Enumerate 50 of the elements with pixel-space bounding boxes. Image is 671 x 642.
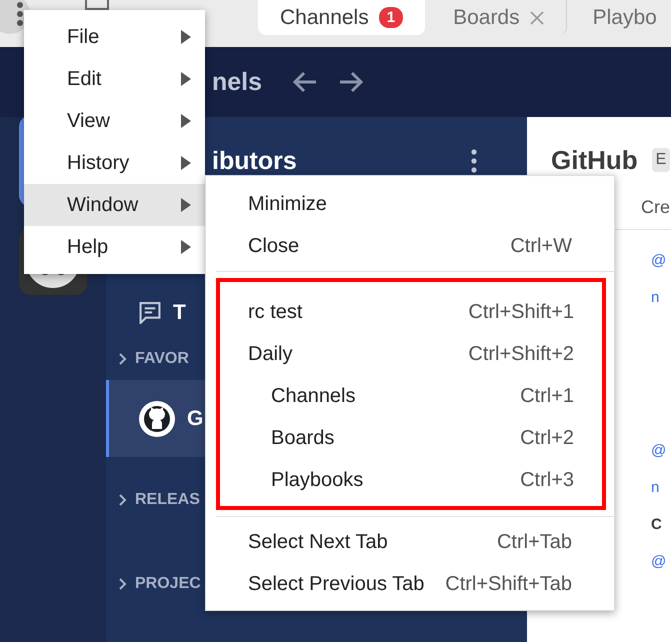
tab[interactable]: Channels 1 (258, 0, 426, 35)
team-name: ibutors (212, 146, 297, 176)
menu-item[interactable]: Minimize (206, 183, 614, 225)
channel-badge: E (652, 148, 670, 172)
mention-link[interactable]: n (651, 469, 660, 506)
header-title: nels (212, 68, 262, 96)
submenu-arrow-icon (181, 156, 191, 170)
submenu-arrow-icon (181, 30, 191, 44)
author-name: C (651, 515, 662, 535)
chevron-icon (119, 578, 127, 590)
submenu-arrow-icon (181, 72, 191, 86)
item-label[interactable]: T (173, 300, 186, 324)
category-title[interactable]: FAVOR (135, 350, 189, 368)
kebab-icon[interactable] (471, 149, 477, 173)
submenu-arrow-icon (181, 240, 191, 254)
submenu-arrow-icon (181, 114, 191, 128)
submenu-arrow-icon (181, 198, 191, 212)
menu-item[interactable]: Daily Ctrl+Shift+2 (220, 333, 602, 375)
unread-badge: 1 (378, 7, 404, 28)
menu-item[interactable]: Close Ctrl+W (206, 225, 614, 267)
tab[interactable]: Playbo (572, 0, 671, 35)
menu-item[interactable]: History (24, 142, 205, 184)
menu-item[interactable]: Window (24, 184, 205, 226)
channel-tab[interactable]: Cre (641, 196, 670, 218)
channel-title: GitHub (551, 144, 638, 176)
menu-item[interactable]: rc test Ctrl+Shift+1 (220, 291, 602, 333)
back-arrow-icon[interactable] (292, 71, 318, 93)
mention-link[interactable]: n (651, 279, 660, 316)
menu-item[interactable]: Channels Ctrl+1 (220, 375, 602, 417)
mention-link[interactable]: @ (651, 543, 666, 580)
cat-avatar-icon (139, 400, 175, 436)
menu-item[interactable]: View (24, 100, 205, 142)
menu-item[interactable]: Playbooks Ctrl+3 (220, 459, 602, 501)
menu-item[interactable]: Select Previous Tab Ctrl+Shift+Tab (206, 563, 614, 605)
chevron-icon (119, 353, 127, 365)
menu-item[interactable]: File (24, 16, 205, 58)
chevron-icon (119, 494, 127, 506)
menu-item[interactable]: Edit (24, 58, 205, 100)
kebab-icon (16, 1, 24, 27)
menu-item[interactable]: Help (24, 226, 205, 268)
mention-link[interactable]: @ (651, 432, 666, 469)
category-title[interactable]: RELEAS (135, 491, 200, 509)
tab[interactable]: Boards (431, 0, 567, 35)
menu-item[interactable]: Boards Ctrl+2 (220, 417, 602, 459)
mention-link[interactable]: @ (651, 242, 666, 279)
forward-arrow-icon[interactable] (338, 71, 364, 93)
message-icon (139, 302, 161, 324)
category-title[interactable]: PROJEC (135, 575, 201, 593)
menu-item[interactable]: Select Next Tab Ctrl+Tab (206, 521, 614, 563)
document-icon[interactable] (85, 0, 109, 10)
